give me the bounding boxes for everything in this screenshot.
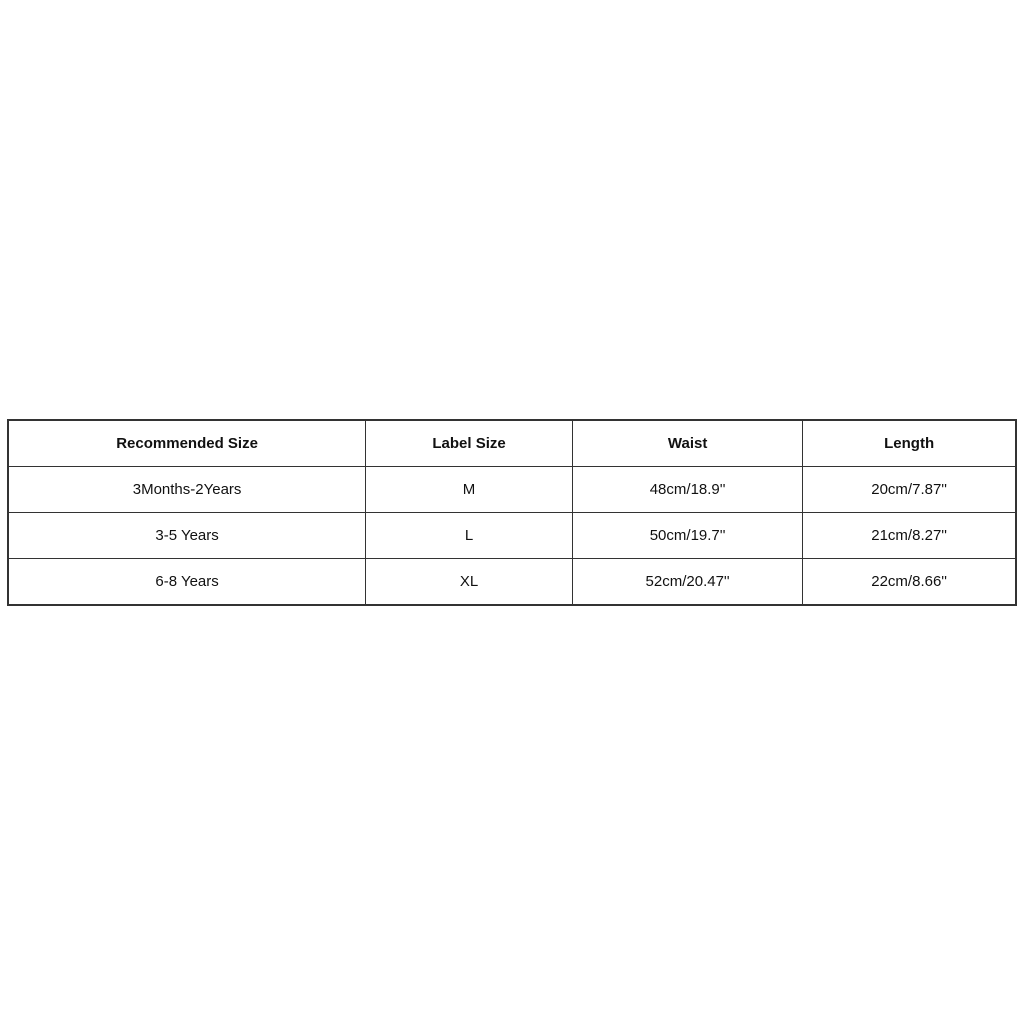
cell-waist: 50cm/19.7'' <box>572 512 802 558</box>
cell-recommended-size: 3-5 Years <box>8 512 366 558</box>
cell-waist: 48cm/18.9'' <box>572 466 802 512</box>
size-chart-table: Recommended Size Label Size Waist Length… <box>7 419 1017 606</box>
cell-recommended-size: 6-8 Years <box>8 558 366 605</box>
cell-label-size: XL <box>366 558 573 605</box>
cell-label-size: M <box>366 466 573 512</box>
table-row: 3-5 YearsL50cm/19.7''21cm/8.27'' <box>8 512 1016 558</box>
cell-recommended-size: 3Months-2Years <box>8 466 366 512</box>
col-header-label-size: Label Size <box>366 420 573 467</box>
col-header-length: Length <box>803 420 1016 467</box>
col-header-recommended-size: Recommended Size <box>8 420 366 467</box>
cell-length: 22cm/8.66'' <box>803 558 1016 605</box>
table-header-row: Recommended Size Label Size Waist Length <box>8 420 1016 467</box>
size-table-container: Recommended Size Label Size Waist Length… <box>7 419 1017 606</box>
table-row: 6-8 YearsXL52cm/20.47''22cm/8.66'' <box>8 558 1016 605</box>
cell-length: 21cm/8.27'' <box>803 512 1016 558</box>
cell-label-size: L <box>366 512 573 558</box>
cell-waist: 52cm/20.47'' <box>572 558 802 605</box>
page-wrapper: Recommended Size Label Size Waist Length… <box>0 0 1024 1024</box>
cell-length: 20cm/7.87'' <box>803 466 1016 512</box>
table-row: 3Months-2YearsM48cm/18.9''20cm/7.87'' <box>8 466 1016 512</box>
col-header-waist: Waist <box>572 420 802 467</box>
